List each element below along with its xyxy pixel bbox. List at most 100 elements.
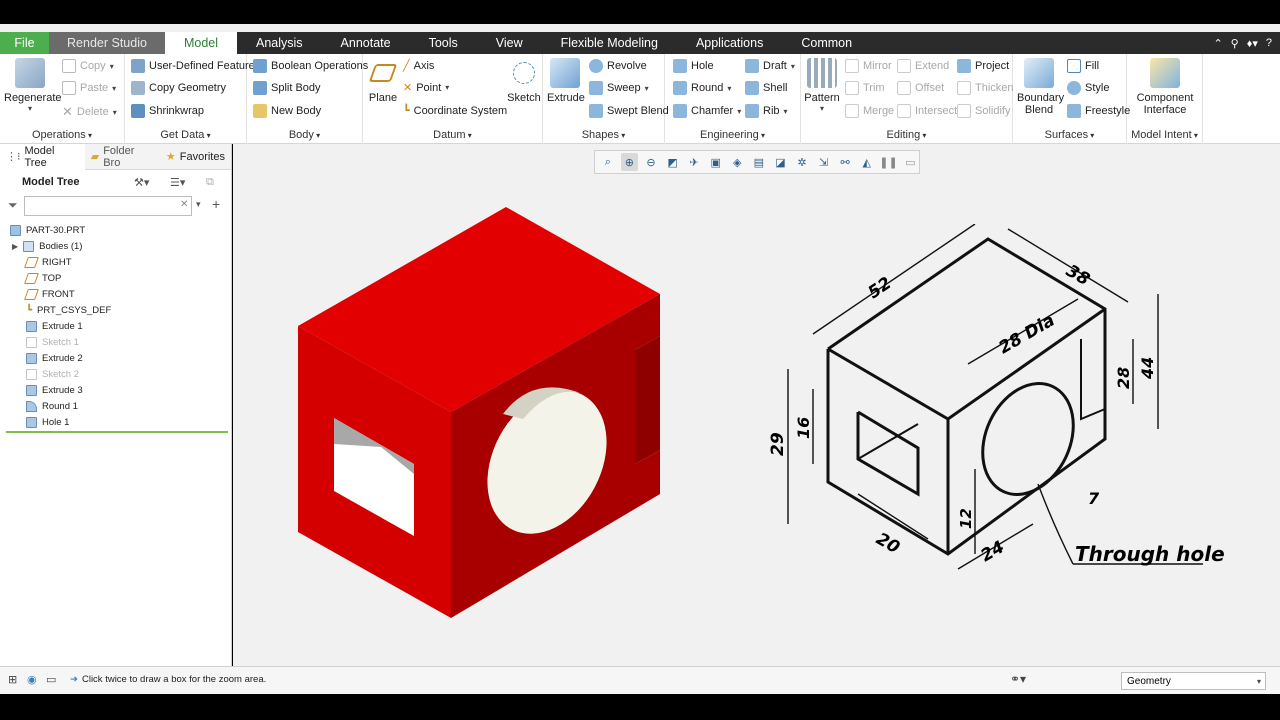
full-screen-icon[interactable]: ▭ <box>46 673 56 686</box>
tree-item-part[interactable]: PART-30.PRT <box>0 222 232 238</box>
hole-button[interactable]: Hole <box>673 59 714 73</box>
project-button[interactable]: Project <box>957 59 1009 73</box>
user-defined-feature-button[interactable]: User-Defined Feature <box>131 59 255 73</box>
tree-columns-icon[interactable]: ☰▾ <box>170 176 185 189</box>
tree-item-hole-1[interactable]: Hole 1 <box>0 414 232 430</box>
extend-button[interactable]: Extend <box>897 59 949 73</box>
tree-item-extrude-1[interactable]: Extrude 1 <box>0 318 232 334</box>
engineering-group-label[interactable]: Engineering <box>665 129 800 141</box>
tree-item-bodies[interactable]: ▶ Bodies (1) <box>0 238 232 254</box>
tab-applications[interactable]: Applications <box>677 32 782 54</box>
tab-annotate[interactable]: Annotate <box>322 32 410 54</box>
udf-icon <box>131 59 145 73</box>
split-body-button[interactable]: Split Body <box>253 81 321 95</box>
freestyle-button[interactable]: Freestyle <box>1067 104 1130 118</box>
chamfer-button[interactable]: Chamfer <box>673 104 741 118</box>
tree-item-extrude-3[interactable]: Extrude 3 <box>0 382 232 398</box>
merge-button[interactable]: Merge <box>845 104 894 118</box>
tab-render-studio[interactable]: Render Studio <box>49 32 165 54</box>
editing-group-label[interactable]: Editing <box>801 129 1012 141</box>
draft-button[interactable]: Draft <box>745 59 795 73</box>
delete-button[interactable]: ✕ Delete <box>62 104 117 120</box>
find-icon[interactable]: ⚭▾ <box>1010 672 1026 686</box>
selection-filter-select[interactable]: Geometry ▾ <box>1121 672 1266 690</box>
boundary-blend-button[interactable]: Boundary Blend <box>1017 58 1064 116</box>
tree-item-csys[interactable]: ┗ PRT_CSYS_DEF <box>0 302 232 318</box>
expand-icon[interactable]: ▶ <box>12 242 18 251</box>
tab-flexible-modeling[interactable]: Flexible Modeling <box>542 32 677 54</box>
style-button[interactable]: Style <box>1067 81 1109 95</box>
copy-geometry-button[interactable]: Copy Geometry <box>131 81 226 95</box>
tree-settings-icon[interactable]: ⚒▾ <box>134 176 149 189</box>
body-group-label[interactable]: Body <box>247 129 362 141</box>
component-interface-button[interactable]: Component Interface <box>1131 58 1199 116</box>
tab-model[interactable]: Model <box>165 32 237 54</box>
tree-item-round-1[interactable]: Round 1 <box>0 398 232 414</box>
browser-toggle-icon[interactable]: ◉ <box>27 673 37 686</box>
shrinkwrap-button[interactable]: Shrinkwrap <box>131 104 204 118</box>
solidify-button[interactable]: Solidify <box>957 104 1010 118</box>
shapes-group-label[interactable]: Shapes <box>543 129 664 141</box>
insert-here-indicator[interactable] <box>6 431 228 433</box>
sweep-button[interactable]: Sweep <box>589 81 649 95</box>
operations-group-label[interactable]: Operations <box>0 129 124 141</box>
graphics-area[interactable]: ⌕ ⊕ ⊖ ◩ ✈ ▣ ◈ ▤ ◪ ✲ ⇲ ⚯ ◭ ❚❚ ▭ 52 38 28 … <box>233 144 1280 666</box>
rib-button[interactable]: Rib <box>745 104 788 118</box>
tree-item-sketch-2[interactable]: Sketch 2 <box>0 366 232 382</box>
regenerate-button[interactable]: Regenerate ▾ <box>4 58 62 113</box>
swept-blend-button[interactable]: Swept Blend <box>589 104 669 118</box>
point-label: Point <box>416 81 442 94</box>
tab-folder-browser[interactable]: ▰ Folder Bro <box>85 144 160 170</box>
tab-model-tree[interactable]: ⋮⁝ Model Tree <box>0 143 85 170</box>
tree-filter-settings-icon[interactable]: ⧉ <box>206 176 214 189</box>
help-icon[interactable]: ? <box>1266 37 1272 49</box>
search-dropdown-icon[interactable]: ▾ <box>196 199 201 210</box>
tree-search-input[interactable] <box>24 196 192 216</box>
axis-icon: ╱ <box>403 60 410 72</box>
new-body-button[interactable]: New Body <box>253 104 321 118</box>
tree-item-top[interactable]: TOP <box>0 270 232 286</box>
navigator-toggle-icon[interactable]: ⊞ <box>8 673 17 686</box>
boolean-operations-button[interactable]: Boolean Operations <box>253 59 368 73</box>
tab-file[interactable]: File <box>0 32 49 54</box>
tab-analysis[interactable]: Analysis <box>237 32 322 54</box>
axis-button[interactable]: ╱ Axis <box>403 59 434 73</box>
tab-favorites[interactable]: ★ Favorites <box>160 144 231 170</box>
clear-search-icon[interactable]: ✕ <box>180 199 188 210</box>
pattern-button[interactable]: Pattern ▾ <box>803 58 841 113</box>
tree-item-sketch-1[interactable]: Sketch 1 <box>0 334 232 350</box>
datum-group-label[interactable]: Datum <box>363 129 542 141</box>
dim-line-52 <box>812 224 976 335</box>
tab-common[interactable]: Common <box>782 32 871 54</box>
add-filter-icon[interactable]: + <box>212 196 220 212</box>
get-data-group-label[interactable]: Get Data <box>125 129 246 141</box>
sketch-button[interactable]: Sketch <box>507 58 541 104</box>
status-message: ➜ Click twice to draw a box for the zoom… <box>70 674 266 685</box>
trim-button[interactable]: Trim <box>845 81 885 95</box>
tab-view[interactable]: View <box>477 32 542 54</box>
search-icon[interactable]: ⚲ <box>1231 37 1239 50</box>
point-button[interactable]: ✕ Point <box>403 81 449 95</box>
tree-item-right[interactable]: RIGHT <box>0 254 232 270</box>
surfaces-group-label[interactable]: Surfaces <box>1013 129 1126 141</box>
shell-button[interactable]: Shell <box>745 81 787 95</box>
collapse-ribbon-icon[interactable]: ⌃ <box>1213 37 1222 50</box>
mirror-button[interactable]: Mirror <box>845 59 892 73</box>
plane-button[interactable]: Plane <box>367 58 399 104</box>
copy-button[interactable]: Copy <box>62 59 114 73</box>
options-icon[interactable]: ♦▾ <box>1247 37 1258 50</box>
thicken-button[interactable]: Thicken <box>957 81 1014 95</box>
tree-item-front[interactable]: FRONT <box>0 286 232 302</box>
revolve-button[interactable]: Revolve <box>589 59 647 73</box>
tab-tools[interactable]: Tools <box>410 32 477 54</box>
extrude-button[interactable]: Extrude <box>547 58 585 104</box>
filter-icon[interactable]: ⏷ <box>8 198 18 213</box>
model-intent-group-label[interactable]: Model Intent <box>1127 129 1202 141</box>
intersect-button[interactable]: Intersect <box>897 104 957 118</box>
fill-button[interactable]: Fill <box>1067 59 1099 73</box>
paste-button[interactable]: Paste <box>62 81 116 95</box>
tree-item-extrude-2[interactable]: Extrude 2 <box>0 350 232 366</box>
coordinate-system-button[interactable]: ┗ Coordinate System <box>403 104 507 118</box>
round-button[interactable]: Round <box>673 81 731 95</box>
offset-button[interactable]: Offset <box>897 81 944 95</box>
